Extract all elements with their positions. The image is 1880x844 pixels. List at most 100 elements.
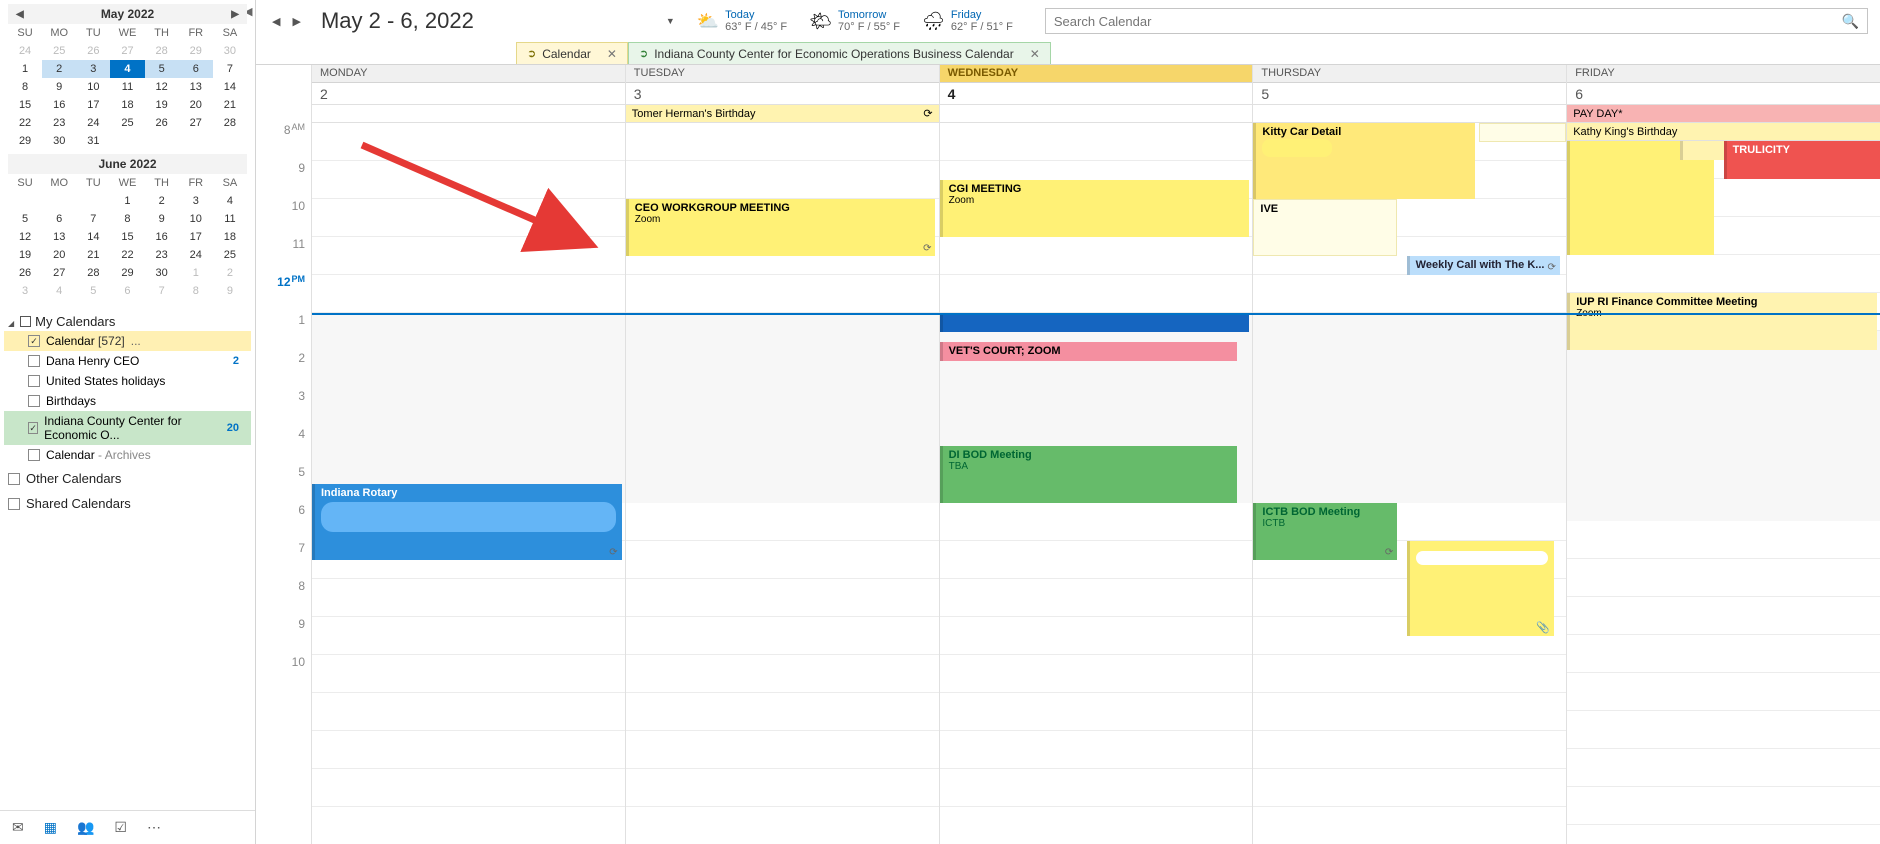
day-column[interactable]: FRIDAY 6 PAY DAY*Kathy King's Birthday T…: [1567, 65, 1880, 844]
calendar-event[interactable]: IUP RI Finance Committee MeetingZoom: [1567, 293, 1877, 350]
mini-cal-day[interactable]: 5: [76, 282, 110, 300]
mini-cal-day[interactable]: 10: [76, 78, 110, 96]
mini-cal-day[interactable]: 7: [76, 210, 110, 228]
day-column[interactable]: THURSDAY 5 Kitty Car DetailIVEWeekly Cal…: [1253, 65, 1567, 844]
more-icon[interactable]: ...: [131, 334, 141, 348]
day-slots[interactable]: Kitty Car DetailIVEWeekly Call with The …: [1253, 123, 1566, 844]
mini-cal-day[interactable]: 29: [8, 132, 42, 150]
calendar-event[interactable]: IVE: [1253, 199, 1397, 256]
calendar-list-item[interactable]: United States holidays: [4, 371, 251, 391]
checkbox-icon[interactable]: [8, 473, 20, 485]
mini-cal-day[interactable]: 11: [110, 78, 144, 96]
mini-cal-day[interactable]: 27: [110, 42, 144, 60]
mini-cal-day[interactable]: 12: [145, 78, 179, 96]
mini-cal-day[interactable]: 9: [145, 210, 179, 228]
more-icon[interactable]: ⋯: [147, 819, 161, 836]
checkbox-icon[interactable]: [28, 375, 40, 387]
mini-cal-day[interactable]: 28: [76, 264, 110, 282]
checkbox-icon[interactable]: [28, 355, 40, 367]
calendar-tab[interactable]: ➲ Calendar ✕: [516, 42, 628, 64]
mini-cal-day[interactable]: [110, 132, 144, 150]
mini-cal-day[interactable]: 3: [8, 282, 42, 300]
mini-cal-day[interactable]: 25: [213, 246, 247, 264]
calendar-event[interactable]: [1680, 141, 1724, 160]
mini-cal-day[interactable]: 16: [42, 96, 76, 114]
mini-cal-day[interactable]: 8: [179, 282, 213, 300]
calendar-event[interactable]: Weekly Call with The K...⟳: [1407, 256, 1560, 275]
mini-cal-day[interactable]: [42, 192, 76, 210]
calendar-event[interactable]: DI BOD MeetingTBA: [940, 446, 1237, 503]
my-calendars-header[interactable]: My Calendars: [4, 312, 251, 331]
mini-cal-day[interactable]: 4: [213, 192, 247, 210]
mini-cal-day[interactable]: 30: [145, 264, 179, 282]
calendar-event[interactable]: [1479, 123, 1567, 142]
mini-cal-day[interactable]: 20: [42, 246, 76, 264]
mini-cal-day[interactable]: [145, 132, 179, 150]
mini-cal-day[interactable]: 18: [110, 96, 144, 114]
checkbox-icon[interactable]: [28, 422, 38, 434]
mini-cal-day[interactable]: 9: [213, 282, 247, 300]
mini-cal-day[interactable]: [213, 132, 247, 150]
mini-cal-day[interactable]: 4: [110, 60, 144, 78]
mini-cal-day[interactable]: 11: [213, 210, 247, 228]
mini-cal-day[interactable]: 17: [179, 228, 213, 246]
view-dropdown-icon[interactable]: ▼: [666, 16, 675, 26]
weather-day[interactable]: ⛅ Today 63° F / 45° F: [697, 9, 787, 33]
calendar-event[interactable]: [940, 313, 1250, 332]
mini-cal-day[interactable]: 21: [76, 246, 110, 264]
mini-cal-day[interactable]: 24: [8, 42, 42, 60]
search-calendar[interactable]: 🔍: [1045, 8, 1868, 34]
mini-cal-day[interactable]: 10: [179, 210, 213, 228]
mini-cal-day[interactable]: 31: [76, 132, 110, 150]
checkbox-icon[interactable]: [8, 498, 20, 510]
mini-cal-day[interactable]: 26: [8, 264, 42, 282]
calendar-icon[interactable]: ▦: [44, 819, 57, 836]
mini-cal-day[interactable]: 18: [213, 228, 247, 246]
mini-cal-day[interactable]: 15: [8, 96, 42, 114]
allday-event[interactable]: Kathy King's Birthday: [1567, 123, 1880, 140]
mini-cal-day[interactable]: 26: [145, 114, 179, 132]
mini-cal-day[interactable]: 2: [145, 192, 179, 210]
mini-cal-day[interactable]: 7: [145, 282, 179, 300]
calendar-list-item[interactable]: Birthdays: [4, 391, 251, 411]
mini-cal-day[interactable]: 28: [145, 42, 179, 60]
mini-cal-day[interactable]: 2: [213, 264, 247, 282]
next-week-icon[interactable]: ▶: [288, 13, 304, 30]
calendar-event[interactable]: ICTB BOD MeetingICTB⟳: [1253, 503, 1397, 560]
weather-day[interactable]: 🌧 Friday 62° F / 51° F: [922, 9, 1013, 33]
calendar-list-item[interactable]: Dana Henry CEO 2: [4, 351, 251, 371]
mini-cal-day[interactable]: 6: [179, 60, 213, 78]
mini-cal-day[interactable]: 23: [42, 114, 76, 132]
calendar-list-item[interactable]: Calendar [572] ...: [4, 331, 251, 351]
calendar-event[interactable]: Indiana Rotary⟳: [312, 484, 622, 560]
calendar-list-item[interactable]: Indiana County Center for Economic O... …: [4, 411, 251, 445]
calendar-event[interactable]: 📎: [1407, 541, 1554, 636]
mini-cal-day[interactable]: 21: [213, 96, 247, 114]
next-month-icon[interactable]: ▶: [227, 9, 243, 20]
day-column[interactable]: MONDAY 2 Indiana Rotary⟳: [312, 65, 626, 844]
calendar-tab[interactable]: ➲ Indiana County Center for Economic Ope…: [628, 42, 1051, 64]
calendar-event[interactable]: CEO WORKGROUP MEETINGZoom⟳: [626, 199, 936, 256]
mini-cal-day[interactable]: 4: [42, 282, 76, 300]
mini-cal-day[interactable]: 3: [179, 192, 213, 210]
calendar-event[interactable]: CGI MEETINGZoom: [940, 180, 1250, 237]
mini-cal-day[interactable]: 29: [179, 42, 213, 60]
day-slots[interactable]: TRULICITYIUP RI Finance Committee Meetin…: [1567, 141, 1880, 844]
mini-cal-day[interactable]: 12: [8, 228, 42, 246]
mini-cal-day[interactable]: 27: [179, 114, 213, 132]
prev-week-icon[interactable]: ◀: [268, 13, 284, 30]
calendar-event[interactable]: VET'S COURT; ZOOM: [940, 342, 1237, 361]
mini-cal-day[interactable]: 22: [110, 246, 144, 264]
mini-cal-day[interactable]: 7: [213, 60, 247, 78]
mini-cal-day[interactable]: 26: [76, 42, 110, 60]
close-icon[interactable]: ✕: [1030, 47, 1040, 61]
mini-cal-day[interactable]: 13: [42, 228, 76, 246]
mini-cal-day[interactable]: 24: [179, 246, 213, 264]
allday-event[interactable]: PAY DAY*: [1567, 105, 1880, 122]
mini-cal-day[interactable]: 6: [42, 210, 76, 228]
mini-cal-day[interactable]: 9: [42, 78, 76, 96]
prev-month-icon[interactable]: ◀: [12, 9, 28, 20]
mail-icon[interactable]: ✉: [12, 819, 24, 836]
mini-cal-day[interactable]: 19: [145, 96, 179, 114]
allday-event[interactable]: Tomer Herman's Birthday⟳: [626, 105, 939, 122]
